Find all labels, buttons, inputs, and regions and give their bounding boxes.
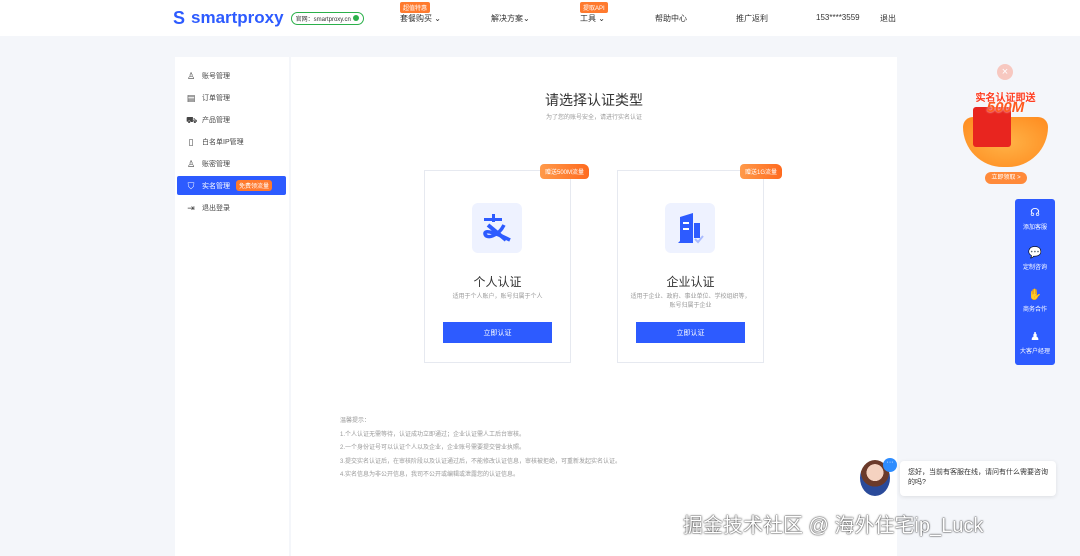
nav-label: 套餐购买 <box>400 14 432 23</box>
promo-claim-button[interactable]: 立即领取 > <box>985 172 1027 184</box>
sidebar-item-label: 白名单IP管理 <box>202 138 244 146</box>
close-icon[interactable]: × <box>997 64 1013 80</box>
logout-icon: ⇥ <box>187 202 195 213</box>
tip-item: 2.一个身份证号可以认证个人以及企业，企业账号需要提交营业执照。 <box>340 445 526 451</box>
sidebar-item-verification[interactable]: ⛉ 实名管理 免费领流量 <box>177 176 286 195</box>
user-icon: ♙ <box>186 70 196 81</box>
card-title: 个人认证 <box>473 275 522 289</box>
sidebar-item-products[interactable]: ⛟ 产品管理 <box>177 110 286 129</box>
bonus-badge: 赠送500M流量 <box>539 164 589 179</box>
official-text: 官网：smartproxy.cn <box>295 16 351 23</box>
manager-icon: ♟ <box>1030 331 1040 343</box>
business-coop-button[interactable]: ✋ 商务合作 <box>1015 288 1055 313</box>
float-label: 添加客服 <box>1022 225 1047 231</box>
nav-account[interactable]: 153****3559 <box>816 13 860 22</box>
user-key-icon: ♙ <box>186 158 196 169</box>
sidebar-item-logout[interactable]: ⇥ 退出登录 <box>177 198 286 217</box>
float-label: 大客户经理 <box>1019 349 1050 355</box>
key-account-button[interactable]: ♟ 大客户经理 <box>1015 330 1055 355</box>
page-subtitle: 为了您的账号安全，请进行实名认证 <box>545 115 642 121</box>
verified-icon <box>352 15 359 21</box>
nav-referral[interactable]: 推广返利 <box>736 13 768 24</box>
sidebar-item-account[interactable]: ♙ 账号管理 <box>177 66 286 85</box>
chevron-down-icon: ⌄ <box>598 14 605 23</box>
free-traffic-badge: 免费领流量 <box>236 180 273 191</box>
sidebar-item-orders[interactable]: ▤ 订单管理 <box>177 88 286 107</box>
official-badge: 官网：smartproxy.cn <box>290 11 364 25</box>
logo[interactable]: S smartproxy 官网：smartproxy.cn <box>173 8 364 28</box>
nav-solutions[interactable]: 解决方案⌄ <box>491 13 530 24</box>
nav-badge: 超值特惠 <box>400 2 431 13</box>
card-description: 适用于企业、政府、事业单位、学校组织等，账号归属于企业 <box>630 294 751 309</box>
sidebar-item-credentials[interactable]: ♙ 账密管理 <box>177 154 286 173</box>
nav-packages[interactable]: 超值特惠 套餐购买 ⌄ <box>400 2 441 24</box>
bonus-badge: 赠送1G流量 <box>739 164 782 179</box>
tips: 温馨提示： 1.个人认证无需等待，认证成功立即通过；企业认证需人工后台审核。 2… <box>340 415 621 483</box>
floating-service-bar: ☊ 添加客服 💬 定制咨询 ✋ 商务合作 ♟ 大客户经理 <box>1015 199 1055 365</box>
float-label: 商务合作 <box>1022 307 1047 313</box>
sidebar: ♙ 账号管理 ▤ 订单管理 ⛟ 产品管理 ▯ 白名单IP管理 ♙ 账密管理 ⛉ 实名管理 免费… <box>175 57 289 556</box>
add-support-button[interactable]: ☊ 添加客服 <box>1015 206 1055 231</box>
page-title: 请选择认证类型 <box>545 92 643 108</box>
promo-banner[interactable]: × 实名认证即送 500M 立即领取 > <box>953 62 1058 187</box>
verify-enterprise-button[interactable]: 立即认证 <box>636 322 745 343</box>
tip-item: 4.实名信息为非公开信息，我司不公开或编辑或泄露您的认证信息。 <box>340 472 520 478</box>
card-title: 企业认证 <box>666 275 715 289</box>
sidebar-item-label: 订单管理 <box>202 94 230 102</box>
nav-label: 工具 <box>580 14 596 23</box>
nav-label: 解决方案 <box>491 14 523 23</box>
building-icon <box>665 203 715 253</box>
top-nav: S smartproxy 官网：smartproxy.cn 超值特惠 套餐购买 ⌄… <box>0 0 1080 36</box>
nav-help[interactable]: 帮助中心 <box>655 13 687 24</box>
float-label: 定制咨询 <box>1022 265 1047 271</box>
chevron-down-icon: ⌄ <box>434 14 441 23</box>
personal-verification-card: 赠送500M流量 个人认证 适用于个人账户，账号归属于个人 立即认证 <box>424 164 589 363</box>
headset-icon: ☊ <box>1030 207 1040 219</box>
handshake-icon: ✋ <box>1028 289 1042 301</box>
sidebar-item-label: 账号管理 <box>202 72 230 80</box>
chevron-down-icon: ⌄ <box>523 14 530 23</box>
logo-text: smartproxy <box>191 8 284 27</box>
shield-icon: ⛉ <box>187 180 195 191</box>
sidebar-item-whitelist[interactable]: ▯ 白名单IP管理 <box>177 132 286 151</box>
sidebar-item-label: 账密管理 <box>202 160 230 168</box>
card-description: 适用于个人账户，账号归属于个人 <box>452 294 543 300</box>
promo-amount: 500M <box>986 99 1025 116</box>
main-panel: 请选择认证类型 为了您的账号安全，请进行实名认证 赠送500M流量 个人认证 适… <box>291 57 897 556</box>
verify-personal-button[interactable]: 立即认证 <box>443 322 552 343</box>
sidebar-item-label: 实名管理 <box>202 182 230 190</box>
tips-title: 温馨提示： <box>340 418 371 424</box>
file-icon: ▯ <box>188 136 194 147</box>
watermark: 掘金技术社区 @ 海外住宅ip_Luck <box>683 515 984 537</box>
nav-tools[interactable]: 提取API 工具 ⌄ <box>580 2 608 24</box>
tip-item: 1.个人认证无需等待，认证成功立即通过；企业认证需人工后台审核。 <box>340 431 526 438</box>
custom-consult-button[interactable]: 💬 定制咨询 <box>1015 246 1055 271</box>
enterprise-verification-card: 赠送1G流量 企业认证 适用于企业、政府、事业单位、学校组织等，账号归属于企业 … <box>617 164 782 363</box>
personal-icon <box>472 203 522 253</box>
chat-dots-icon: ··· <box>883 458 897 472</box>
nav-logout[interactable]: 退出 <box>880 13 896 24</box>
nav-badge: 提取API <box>580 2 608 13</box>
order-icon: ▤ <box>186 92 196 103</box>
chat-message[interactable]: 您好，当前有客服在线，请问有什么需要咨询的吗? <box>900 461 1056 496</box>
logo-icon: S <box>173 8 186 28</box>
tip-item: 3.提交实名认证后，在审核阶段以及认证通过后，不能修改认证信息，审核被拒绝，可重… <box>340 458 622 465</box>
sidebar-item-label: 退出登录 <box>202 204 230 212</box>
sidebar-item-label: 产品管理 <box>202 116 230 124</box>
chat-icon: 💬 <box>1028 247 1042 259</box>
cart-icon: ⛟ <box>186 114 198 125</box>
